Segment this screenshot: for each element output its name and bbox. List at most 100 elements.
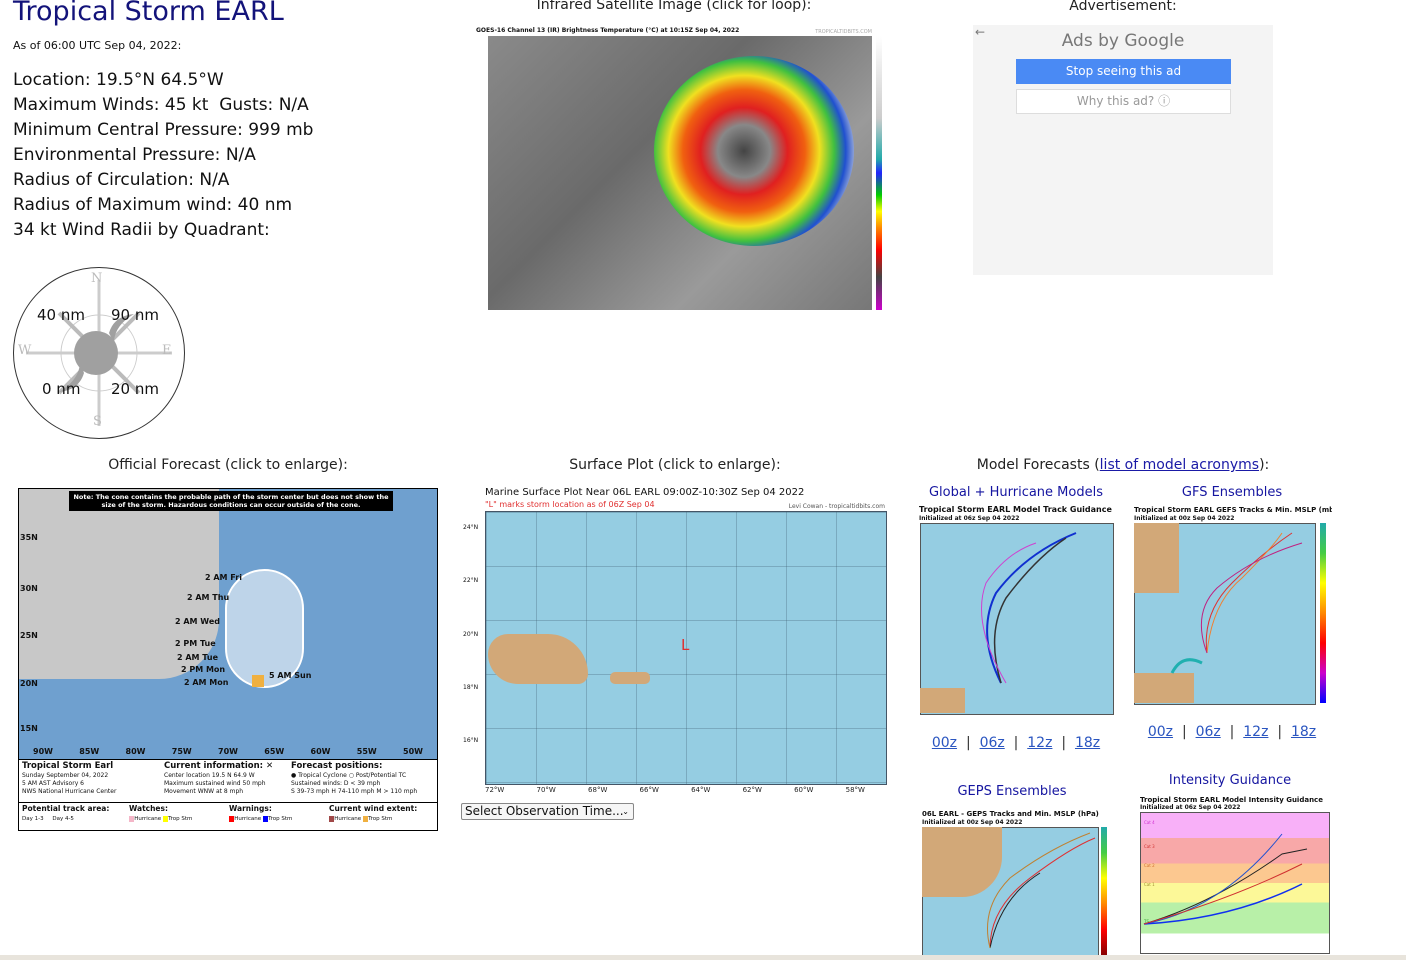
legend-watch-swatches: Hurricane Trop Stm — [129, 816, 192, 822]
surface-lon-labels: 72°W 70°W 68°W 66°W 64°W 62°W 60°W 58°W — [485, 786, 865, 795]
lat-label: 35N — [20, 533, 38, 542]
lon-label: 62°W — [742, 786, 762, 794]
surface-credit: Levi Cowan - tropicaltidbits.com — [788, 503, 885, 510]
forecast-label: 2 AM Wed — [175, 617, 220, 626]
lat-label: 25N — [20, 631, 38, 640]
storm-location-marker: L — [681, 636, 690, 654]
official-forecast-image[interactable]: Note: The cone contains the probable pat… — [18, 488, 438, 831]
run-06z-link[interactable]: 06z — [980, 735, 1005, 751]
radius-ne: 90 nm — [111, 306, 159, 324]
forecast-positions-title: Forecast positions: — [291, 761, 383, 771]
compass-w: W — [18, 343, 32, 358]
observation-time-select[interactable]: Select Observation Time... ⌄ — [461, 803, 634, 820]
legend-extent: Current wind extent: — [329, 804, 418, 813]
info-lines: Sunday September 04, 2022 5 AM AST Adviso… — [22, 772, 117, 795]
why-this-ad-button[interactable]: Why this ad? ⓘ — [1016, 89, 1231, 114]
stat-location: Location: 19.5°N 64.5°W — [13, 70, 224, 90]
legend-warning-swatches: Hurricane Trop Stm — [229, 816, 292, 822]
lon-label: 60W — [310, 747, 331, 756]
forecast-label: 5 AM Sun — [269, 671, 312, 680]
cone-note: Note: The cone contains the probable pat… — [69, 491, 393, 511]
lat-label: 15N — [20, 724, 38, 733]
global-models-image[interactable]: Tropical Storm EARL Model Track Guidance… — [916, 503, 1116, 718]
legend-extent-swatches: Hurricane Trop Stm — [329, 816, 392, 822]
stat-pressure: Minimum Central Pressure: 999 mb — [13, 120, 314, 140]
bottom-scrollbar[interactable] — [0, 955, 1406, 960]
run-18z-link[interactable]: 18z — [1291, 724, 1316, 740]
radius-nw: 40 nm — [37, 306, 85, 324]
lon-label: 64°W — [691, 786, 711, 794]
satellite-watermark: TROPICALTIDBITS.COM — [815, 29, 872, 35]
gfs-ensembles-label: GFS Ensembles — [1181, 485, 1283, 500]
wind-radii-compass: N S E W 40 nm 90 nm 0 nm 20 nm — [13, 267, 185, 439]
global-models-label: Global + Hurricane Models — [928, 485, 1103, 500]
select-value: Select Observation Time... — [465, 804, 624, 818]
compass-s: S — [93, 414, 102, 429]
current-info-title: Current information: ✕ — [164, 761, 274, 771]
satellite-header: Infrared Satellite Image (click for loop… — [536, 0, 812, 13]
stat-wind-radii: 34 kt Wind Radii by Quadrant: — [13, 220, 270, 240]
surface-lat-labels: 24°N 22°N 20°N 18°N 16°N — [463, 524, 479, 744]
current-info-lines: Center location 19.5 N 64.9 W Maximum sus… — [164, 772, 266, 795]
geps-ensembles-label: GEPS Ensembles — [957, 784, 1067, 799]
legend-watches: Watches: — [129, 804, 168, 813]
chevron-down-icon: ⌄ — [622, 807, 629, 816]
radius-sw: 0 nm — [42, 380, 81, 398]
forecast-label: 2 AM Thu — [187, 593, 230, 602]
lon-label: 72°W — [485, 786, 505, 794]
legend-days: Day 1-3 Day 4-5 — [22, 816, 74, 822]
lon-label: 66°W — [639, 786, 659, 794]
lon-label: 85W — [79, 747, 100, 756]
forecast-label: 2 PM Mon — [181, 665, 226, 674]
forecast-label: 2 AM Mon — [184, 678, 229, 687]
lon-labels: 90W 85W 80W 75W 70W 65W 60W 55W 50W — [33, 747, 423, 756]
satellite-caption: GOES-16 Channel 13 (IR) Brightness Tempe… — [476, 27, 740, 34]
lon-label: 75W — [171, 747, 192, 756]
intensity-guidance-label: Intensity Guidance — [1168, 773, 1292, 788]
model-acronyms-link[interactable]: list of model acronyms — [1100, 457, 1259, 473]
official-forecast-header: Official Forecast (click to enlarge): — [108, 457, 348, 473]
forecast-positions-lines: ● Tropical Cyclone ○ Post/Potential TC Su… — [291, 772, 418, 795]
ad-container: ← Ads by Google Stop seeing this ad Why … — [973, 25, 1273, 275]
puerto-rico-landmass — [610, 672, 650, 684]
geps-ensembles-image[interactable]: 06L EARL - GEPS Tracks and Min. MSLP (hP… — [920, 808, 1116, 955]
lon-label: 55W — [356, 747, 377, 756]
forecast-label: 2 PM Tue — [175, 639, 216, 648]
intensity-lines — [1143, 833, 1308, 925]
ensemble-tracks — [1170, 532, 1303, 674]
run-12z-link[interactable]: 12z — [1243, 724, 1268, 740]
surface-title: Marine Surface Plot Near 06L EARL 09:00Z… — [485, 487, 805, 498]
lon-label: 65W — [264, 747, 285, 756]
stat-env-pressure: Environmental Pressure: N/A — [13, 145, 256, 165]
legend-warnings: Warnings: — [229, 804, 272, 813]
stat-max-winds: Maximum Winds: 45 kt Gusts: N/A — [13, 95, 309, 115]
lon-label: 70°W — [536, 786, 556, 794]
compass-n: N — [91, 271, 103, 286]
lat-label: 20N — [20, 679, 38, 688]
stat-radius-max-wind: Radius of Maximum wind: 40 nm — [13, 195, 293, 215]
lon-label: 68°W — [588, 786, 608, 794]
surface-plot-image[interactable]: Marine Surface Plot Near 06L EARL 09:00Z… — [460, 484, 890, 800]
lon-label: 60°W — [794, 786, 814, 794]
run-00z-link[interactable]: 00z — [932, 735, 957, 751]
lon-label: 70W — [218, 747, 238, 756]
stop-seeing-ad-button[interactable]: Stop seeing this ad — [1016, 59, 1231, 84]
lon-label: 90W — [33, 747, 53, 756]
global-run-links: 00z | 06z | 12z | 18z — [931, 735, 1101, 751]
storm-position-marker — [252, 675, 264, 687]
satellite-image[interactable]: GOES-16 Channel 13 (IR) Brightness Tempe… — [474, 26, 904, 320]
compass-e: E — [162, 343, 172, 358]
lon-label: 58°W — [845, 786, 865, 794]
run-12z-link[interactable]: 12z — [1027, 735, 1052, 751]
legend-track: Potential track area: — [22, 804, 110, 813]
compass-rose-icon — [26, 280, 172, 426]
intensity-guidance-image[interactable]: Tropical Storm EARL Model Intensity Guid… — [1132, 794, 1332, 955]
run-06z-link[interactable]: 06z — [1196, 724, 1221, 740]
info-title: Tropical Storm Earl — [22, 761, 114, 771]
run-00z-link[interactable]: 00z — [1148, 724, 1173, 740]
gfs-ensembles-image[interactable]: Tropical Storm EARL GEFS Tracks & Min. M… — [1132, 503, 1332, 707]
run-18z-link[interactable]: 18z — [1075, 735, 1100, 751]
forecast-label: 2 AM Tue — [177, 653, 218, 662]
storm-title: Tropical Storm EARL — [13, 0, 284, 27]
stat-radius-circulation: Radius of Circulation: N/A — [13, 170, 230, 190]
